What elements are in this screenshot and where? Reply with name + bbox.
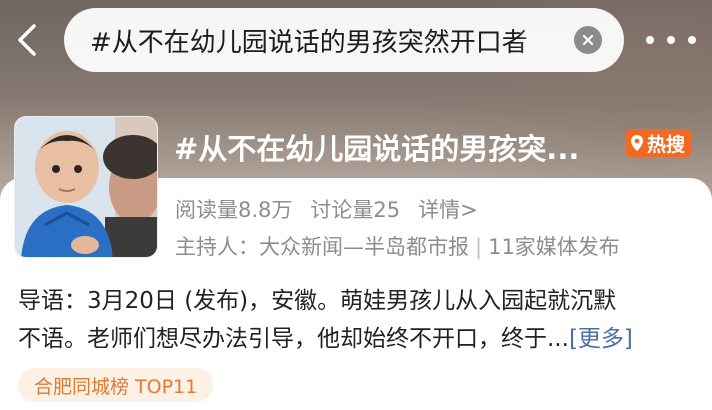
- topic-thumbnail[interactable]: [14, 116, 158, 258]
- topic-intro: 导语：3月20日 (发布)，安徽。萌娃男孩儿从入园起就沉默 不语。老师们想尽办法…: [18, 282, 694, 358]
- more-options-button[interactable]: [646, 26, 696, 54]
- search-query-text: #从不在幼儿园说话的男孩突然开口者: [90, 27, 528, 58]
- more-dots-icon: [646, 36, 654, 44]
- host-name: 主持人：大众新闻—半岛都市报: [175, 235, 469, 259]
- hot-search-badge: 热搜: [626, 129, 692, 157]
- intro-line-2: 不语。老师们想尽办法引导，他却始终不开口，终于...: [18, 326, 569, 352]
- more-dots-icon: [688, 36, 696, 44]
- thumbnail-image: [15, 117, 157, 257]
- location-pin-icon: [631, 135, 643, 151]
- search-input[interactable]: #从不在幼儿园说话的男孩突然开口者: [64, 8, 624, 72]
- intro-line-1: 导语：3月20日 (发布)，安徽。萌娃男孩儿从入园起就沉默: [18, 288, 617, 314]
- discussion-count: 讨论量25: [310, 198, 401, 222]
- clear-icon: [582, 34, 594, 46]
- back-button[interactable]: [10, 22, 44, 58]
- topic-title[interactable]: #从不在幼儿园说话的男孩突...: [174, 126, 620, 168]
- topic-stats: 阅读量8.8万 讨论量25 详情>: [175, 194, 478, 224]
- intro-line-2-wrap: 不语。老师们想尽办法引导，他却始终不开口，终于...[更多]: [18, 320, 694, 358]
- hot-search-label: 热搜: [647, 133, 686, 156]
- read-count: 阅读量8.8万: [175, 198, 293, 222]
- media-count: 11家媒体发布: [488, 235, 620, 259]
- separator: |: [475, 235, 483, 259]
- top-bar: #从不在幼儿园说话的男孩突然开口者: [0, 0, 712, 80]
- local-rank-tag[interactable]: 合肥同城榜 TOP11: [18, 368, 214, 402]
- clear-search-button[interactable]: [574, 26, 602, 54]
- details-link[interactable]: 详情>: [418, 194, 478, 224]
- host-info: 主持人：大众新闻—半岛都市报 | 11家媒体发布: [175, 231, 620, 261]
- more-dots-icon: [667, 36, 675, 44]
- more-link[interactable]: [更多]: [569, 326, 633, 352]
- back-arrow-icon: [18, 24, 36, 56]
